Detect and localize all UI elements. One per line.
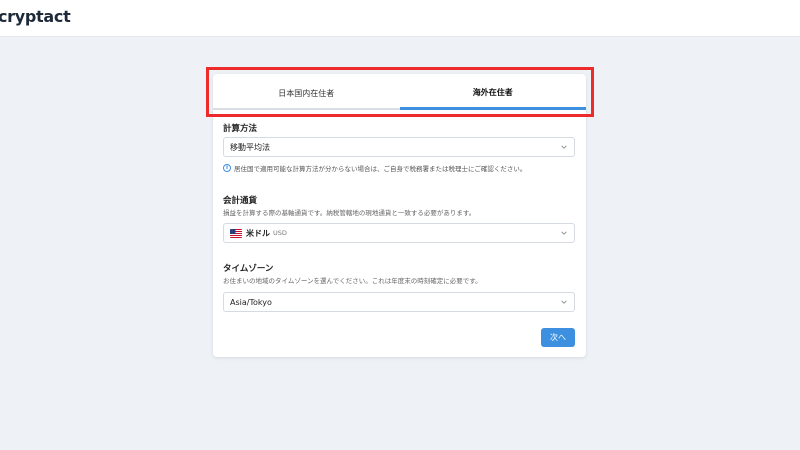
- top-navigation-bar: cryptact: [0, 0, 800, 37]
- currency-name: 米ドル: [246, 228, 270, 238]
- next-button[interactable]: 次へ: [541, 328, 575, 347]
- tab-domestic-resident[interactable]: 日本国内在住者: [213, 78, 400, 110]
- calc-method-note: i 居住国で適用可能な計算方法が分からない場合は、ご自身で税務署または税理士にご…: [223, 163, 526, 173]
- us-flag-icon: [230, 228, 242, 238]
- settings-card: 日本国内在住者 海外在住者 計算方法 移動平均法 i 居住国で適用可能な計算方法…: [213, 74, 586, 357]
- chevron-down-icon: [561, 300, 567, 304]
- timezone-select[interactable]: Asia/Tokyo: [223, 292, 575, 312]
- info-icon: i: [223, 164, 231, 172]
- residency-tabs: 日本国内在住者 海外在住者: [213, 78, 586, 110]
- base-currency-title: 会計通貨: [223, 196, 258, 206]
- tab-overseas-resident[interactable]: 海外在住者: [399, 78, 586, 110]
- chevron-down-icon: [561, 145, 567, 149]
- calc-method-note-text: 居住国で適用可能な計算方法が分からない場合は、ご自身で税務署または税理士にご確認…: [234, 165, 527, 173]
- timezone-description: お住まいの地域のタイムゾーンを選んでください。これは年度末の時刻確定に必要です。: [223, 277, 482, 285]
- timezone-title: タイムゾーン: [223, 264, 274, 274]
- currency-code: USD: [273, 229, 287, 237]
- cryptact-logo[interactable]: cryptact: [0, 7, 71, 26]
- base-currency-select[interactable]: 米ドル USD: [223, 223, 575, 243]
- calc-method-value: 移動平均法: [230, 142, 270, 152]
- chevron-down-icon: [561, 231, 567, 235]
- base-currency-description: 損益を計算する際の基軸通貨です。納税管轄地の現地通貨と一致する必要があります。: [223, 209, 476, 217]
- timezone-value: Asia/Tokyo: [230, 297, 272, 307]
- calc-method-title: 計算方法: [223, 124, 258, 134]
- calc-method-select[interactable]: 移動平均法: [223, 137, 575, 157]
